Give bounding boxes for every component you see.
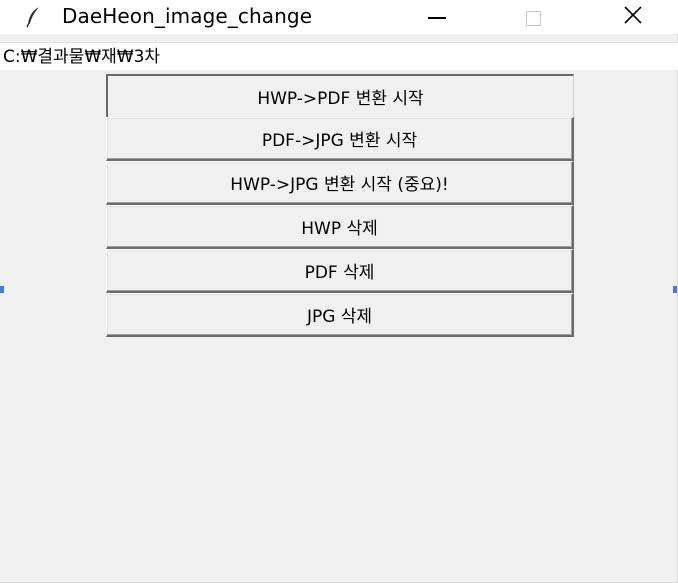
app-window: DaeHeon_image_change C:₩결과물₩재₩3차 HWP->PD… bbox=[0, 0, 678, 583]
title-bar[interactable]: DaeHeon_image_change bbox=[0, 0, 678, 34]
right-resize-handle[interactable] bbox=[673, 286, 677, 293]
feather-icon bbox=[24, 6, 44, 28]
path-label-area: C:₩결과물₩재₩3차 bbox=[0, 42, 678, 70]
pdf-to-jpg-button[interactable]: PDF->JPG 변환 시작 bbox=[106, 117, 574, 161]
hwp-to-jpg-button[interactable]: HWP->JPG 변환 시작 (중요)! bbox=[106, 161, 574, 205]
delete-jpg-button[interactable]: JPG 삭제 bbox=[106, 293, 574, 337]
delete-hwp-button[interactable]: HWP 삭제 bbox=[106, 205, 574, 249]
hwp-to-pdf-button[interactable]: HWP->PDF 변환 시작 bbox=[106, 74, 574, 118]
close-icon bbox=[623, 5, 643, 29]
maximize-button[interactable] bbox=[510, 0, 556, 34]
minimize-icon bbox=[428, 17, 446, 19]
window-title: DaeHeon_image_change bbox=[62, 4, 313, 28]
close-button[interactable] bbox=[610, 0, 656, 34]
left-resize-handle[interactable] bbox=[0, 286, 4, 293]
delete-pdf-button[interactable]: PDF 삭제 bbox=[106, 249, 574, 293]
maximize-icon bbox=[525, 10, 541, 26]
minimize-button[interactable] bbox=[414, 0, 460, 34]
path-label: C:₩결과물₩재₩3차 bbox=[3, 47, 161, 67]
